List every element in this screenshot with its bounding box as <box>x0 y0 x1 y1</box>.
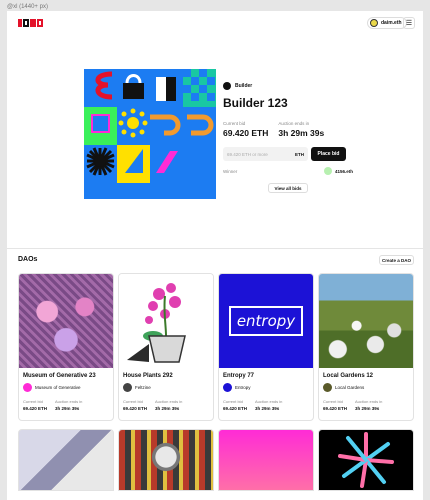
auction-ends-label: Auction ends in <box>355 399 383 404</box>
user-menu-button[interactable]: daim.eth <box>367 17 407 29</box>
dao-avatar <box>323 383 332 392</box>
dao-name: Local Gardens <box>335 385 365 390</box>
dao-name: Builder <box>235 83 253 89</box>
dao-avatar <box>223 82 231 90</box>
auction-ends-label: Auction ends in <box>55 399 83 404</box>
auction-countdown: 3h 29m 39s <box>255 406 280 411</box>
auction-countdown: 3h 29m 39s <box>278 128 325 138</box>
dao-name: Museum of Generative <box>35 385 81 390</box>
winner-label: Winner <box>223 168 238 174</box>
dao-name: Feltzine <box>135 385 151 390</box>
card-title: Local Gardens 12 <box>323 373 374 379</box>
auction-ends-label: Auction ends in <box>155 399 183 404</box>
dao-avatar <box>223 383 232 392</box>
dao-card[interactable] <box>118 429 214 491</box>
current-bid-label: Current bid <box>23 399 43 404</box>
view-all-bids-button[interactable]: View all bids <box>268 183 308 193</box>
create-dao-button[interactable]: Create a DAO <box>379 255 414 265</box>
current-bid-value: 69.420 ETH <box>223 128 269 138</box>
dao-card[interactable]: Local Gardens 12 Local Gardens Current b… <box>318 273 414 421</box>
dao-card[interactable]: Museum of Generative 23 Museum of Genera… <box>18 273 114 421</box>
dao-card[interactable] <box>218 429 314 491</box>
dao-avatar <box>23 383 32 392</box>
dao-card[interactable]: House Plants 292 Feltzine Current bid 69.… <box>118 273 214 421</box>
page: daim.eth ☰ Builder Builder 123 Current b… <box>7 11 423 500</box>
token-title: Builder 123 <box>223 96 288 110</box>
auction-ends-label: Auction ends in <box>255 399 283 404</box>
dao-name: Entropy <box>235 385 251 390</box>
card-artwork <box>19 274 113 368</box>
user-name: daim.eth <box>381 20 402 26</box>
bid-amount-input[interactable]: 69.420 ETH or more ETH <box>223 147 308 161</box>
dao-avatar <box>123 383 132 392</box>
card-title: House Plants 292 <box>123 373 173 379</box>
divider <box>7 248 423 249</box>
current-bid-label: Current bid <box>123 399 143 404</box>
current-bid-label: Current bid <box>223 399 243 404</box>
auction-ends-label: Auction ends in <box>278 121 310 126</box>
frame-label: @xl (1440+ px) <box>7 4 48 10</box>
entropy-logo: entropy <box>236 312 296 330</box>
bid-placeholder: 69.420 ETH or more <box>227 151 268 157</box>
starburst-artwork <box>338 432 394 488</box>
card-artwork: entropy <box>219 274 313 368</box>
card-artwork <box>319 274 413 368</box>
current-bid-value: 69.420 ETH <box>23 406 48 411</box>
current-bid-label: Current bid <box>323 399 343 404</box>
place-bid-button[interactable]: Place bid <box>311 147 346 161</box>
auction-panel: Builder Builder 123 Current bid 69.420 E… <box>223 82 353 193</box>
dao-card[interactable]: entropy Entropy 77 Entropy Current bid 69… <box>218 273 314 421</box>
winner-name: 4156.eth <box>334 168 353 174</box>
dao-card[interactable] <box>18 429 114 491</box>
bid-unit: ETH <box>295 151 304 157</box>
card-artwork <box>119 274 213 368</box>
current-bid-value: 69.420 ETH <box>223 406 248 411</box>
card-title: Entropy 77 <box>223 373 255 379</box>
auction-countdown: 3h 29m 39s <box>55 406 80 411</box>
card-title: Museum of Generative 23 <box>23 373 96 379</box>
hamburger-menu-icon[interactable]: ☰ <box>403 17 415 29</box>
top-nav: daim.eth ☰ <box>7 11 423 35</box>
auction-artwork <box>84 69 216 199</box>
dao-card[interactable] <box>318 429 414 491</box>
auction-countdown: 3h 29m 39s <box>155 406 180 411</box>
avatar <box>323 167 332 175</box>
current-bid-label: Current bid <box>223 121 246 126</box>
dao-link[interactable]: Builder <box>223 82 353 90</box>
section-title: DAOs <box>18 256 38 263</box>
avatar <box>370 19 378 27</box>
nouns-builder-logo[interactable] <box>18 19 43 27</box>
current-bid-value: 69.420 ETH <box>123 406 148 411</box>
auction-countdown: 3h 29m 39s <box>355 406 380 411</box>
current-bid-value: 69.420 ETH <box>323 406 348 411</box>
winner-link[interactable]: 4156.eth <box>323 167 353 175</box>
